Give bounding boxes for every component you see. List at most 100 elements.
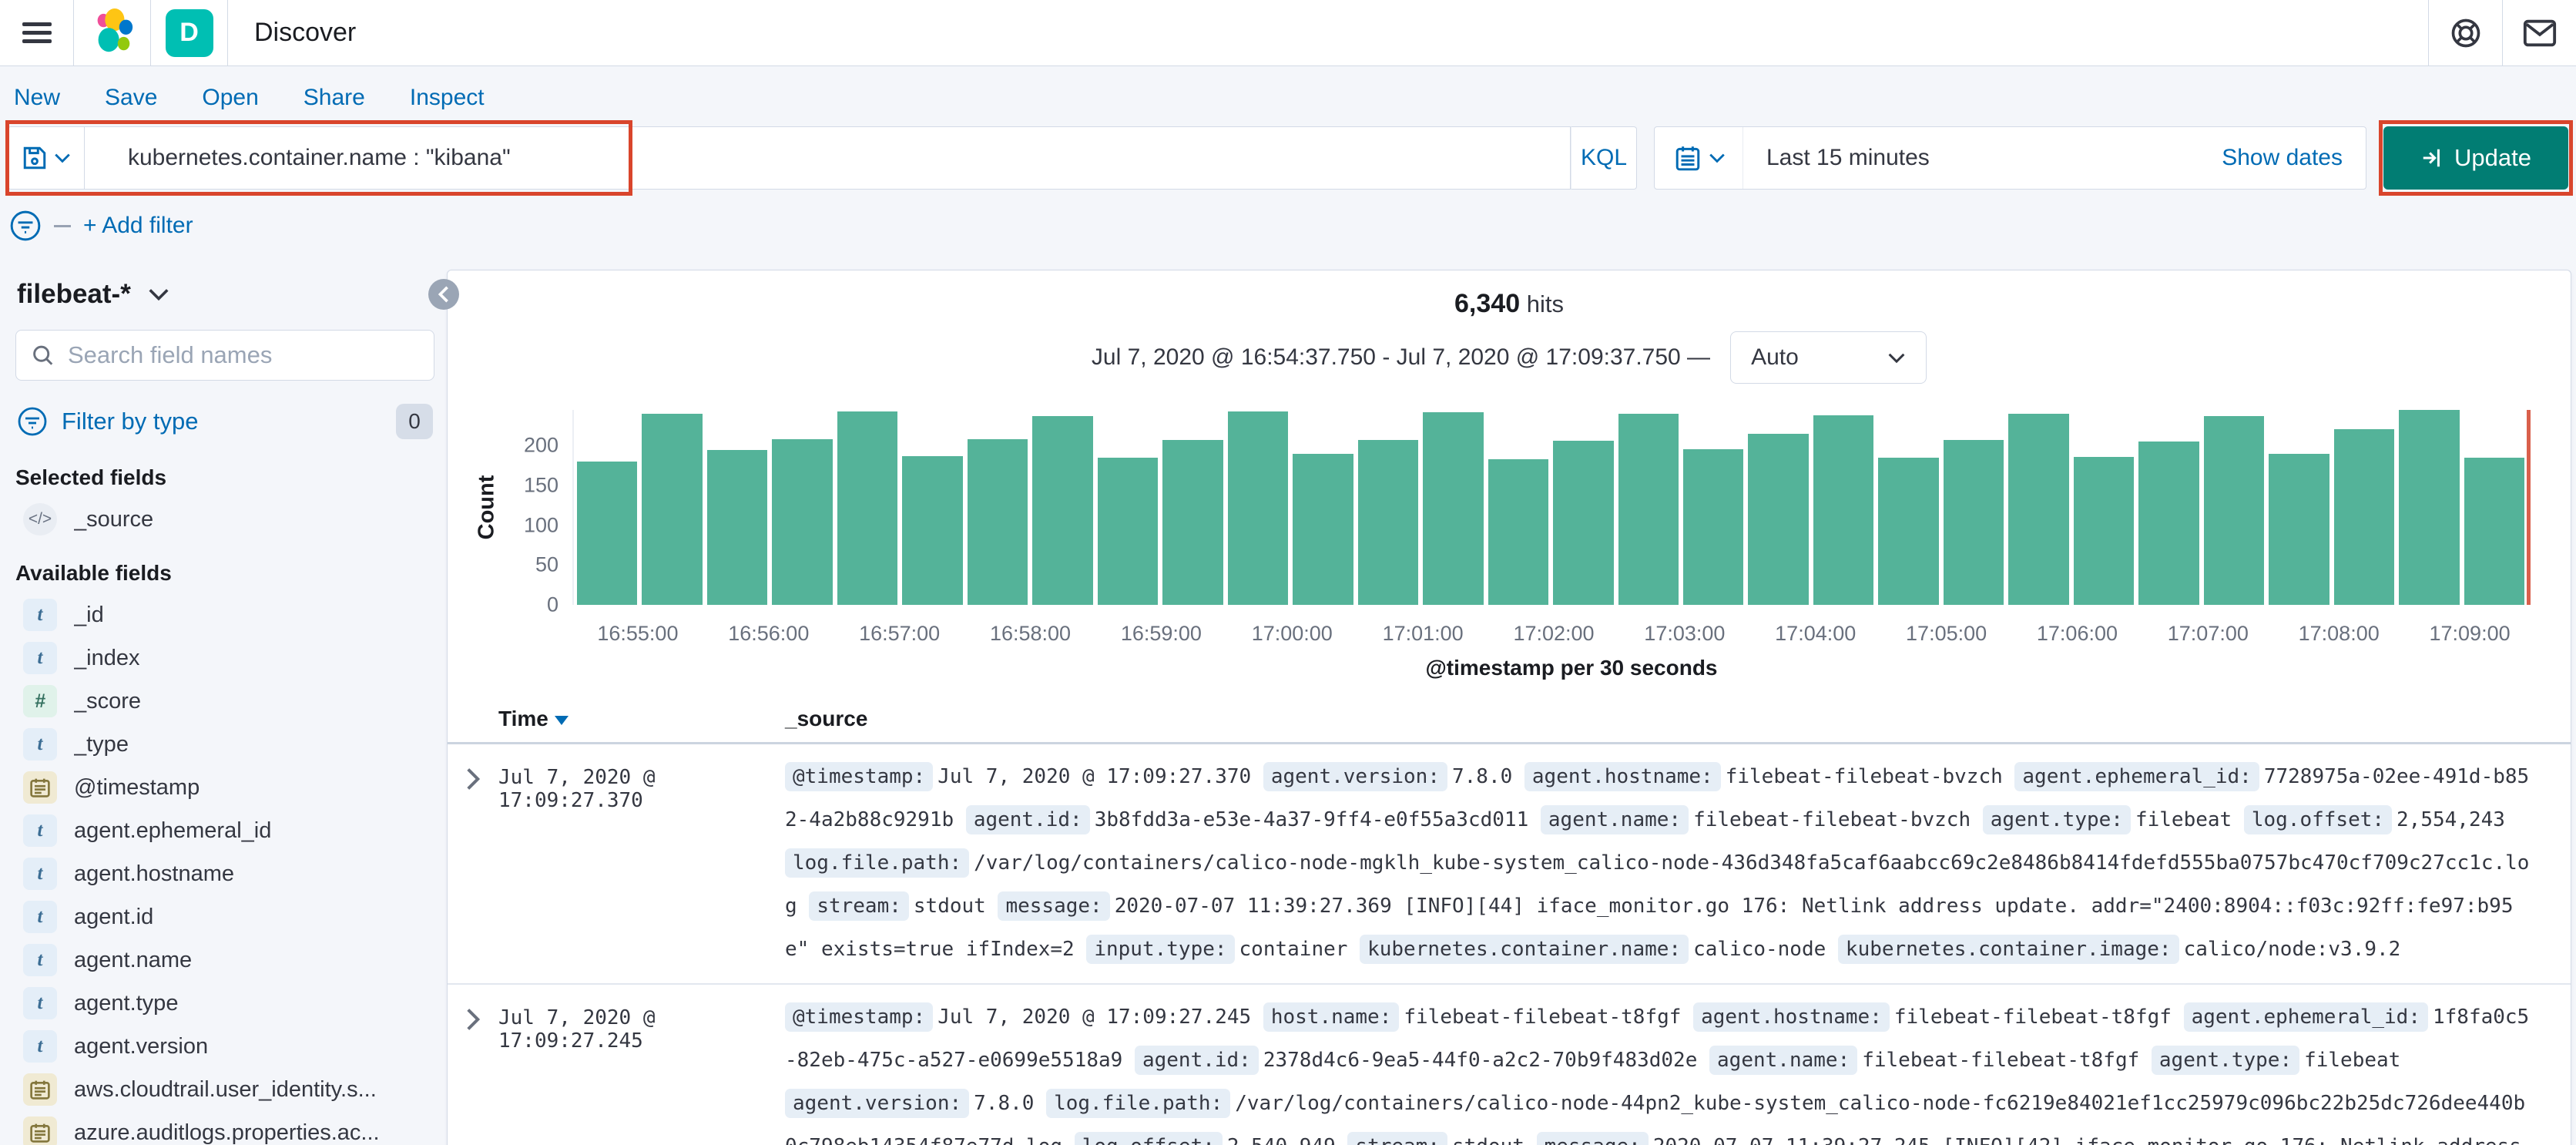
source-field-name[interactable]: agent.ephemeral_id: [2183, 1002, 2428, 1032]
source-field-name[interactable]: agent.ephemeral_id: [2014, 762, 2259, 791]
histogram-bar[interactable] [1682, 449, 1744, 605]
histogram-bar[interactable] [1097, 458, 1159, 605]
histogram-interval-select[interactable]: Auto [1730, 331, 1927, 384]
histogram-bar[interactable] [902, 456, 963, 605]
field-item[interactable]: </> _source [15, 498, 434, 541]
x-tick-label: 17:09:00 [2429, 622, 2511, 645]
source-field-name[interactable]: agent.name: [1540, 805, 1689, 834]
histogram-bar[interactable] [2333, 429, 2395, 605]
chevron-down-icon[interactable] [148, 287, 169, 301]
source-field-name[interactable]: input.type: [1086, 935, 1235, 964]
field-item[interactable]: @timestamp [15, 766, 434, 809]
source-field-name[interactable]: message: [998, 891, 1110, 921]
field-item[interactable]: t agent.version [15, 1025, 434, 1068]
source-field-name[interactable]: log.file.path: [1046, 1089, 1231, 1118]
source-field-name[interactable]: kubernetes.container.name: [1360, 935, 1689, 964]
histogram-bar[interactable] [2073, 457, 2135, 605]
field-item[interactable]: t agent.id [15, 895, 434, 938]
add-filter-button[interactable]: + Add filter [83, 213, 193, 239]
histogram-bar[interactable] [2464, 458, 2525, 605]
field-search-input[interactable] [68, 341, 418, 369]
field-item[interactable]: azure.auditlogs.properties.ac... [15, 1111, 434, 1145]
nav-link-share[interactable]: Share [304, 85, 365, 111]
field-item[interactable]: t _index [15, 636, 434, 680]
histogram-bar[interactable] [1553, 441, 1614, 605]
source-field-name[interactable]: host.name: [1263, 1002, 1400, 1032]
hits-summary: 6,340 hits [448, 270, 2571, 319]
collapse-sidebar-button[interactable] [428, 279, 459, 310]
histogram-bar[interactable] [2008, 414, 2069, 605]
filter-icon[interactable] [9, 210, 42, 242]
query-input[interactable]: kubernetes.container.name : "kibana" [85, 126, 1571, 190]
histogram-bar[interactable] [2269, 454, 2329, 605]
histogram-bar[interactable] [1423, 412, 1484, 605]
source-field-name[interactable]: log.offset: [2243, 805, 2393, 834]
histogram-bar[interactable] [1618, 414, 1679, 605]
histogram-bar[interactable] [2203, 416, 2265, 605]
time-range-value[interactable]: Last 15 minutes [1743, 145, 1930, 171]
histogram-bar[interactable] [577, 462, 638, 605]
histogram-bar[interactable] [1032, 416, 1093, 605]
menu-button[interactable] [0, 0, 74, 65]
nav-link-inspect[interactable]: Inspect [410, 85, 485, 111]
show-dates-button[interactable]: Show dates [2222, 145, 2366, 171]
field-item[interactable]: aws.cloudtrail.user_identity.s... [15, 1068, 434, 1111]
help-button[interactable] [2428, 0, 2502, 65]
time-column-header[interactable]: Time [498, 707, 785, 731]
histogram-bar[interactable] [967, 439, 1028, 605]
field-item[interactable]: t agent.type [15, 982, 434, 1025]
index-pattern-selector[interactable]: filebeat-* [17, 279, 131, 310]
nav-link-save[interactable]: Save [105, 85, 157, 111]
field-item[interactable]: t agent.hostname [15, 852, 434, 895]
expand-row-button[interactable] [448, 755, 498, 971]
histogram-bar[interactable] [1227, 411, 1289, 605]
source-field-name[interactable]: agent.hostname: [1693, 1002, 1890, 1032]
histogram-bar[interactable] [642, 414, 703, 605]
source-field-name[interactable]: agent.type: [1982, 805, 2131, 834]
histogram-bar[interactable] [1943, 440, 2004, 605]
source-field-name[interactable]: agent.id: [965, 805, 1090, 834]
nav-link-new[interactable]: New [14, 85, 60, 111]
date-quick-select-button[interactable] [1655, 127, 1743, 189]
source-field-name[interactable]: agent.version: [1263, 762, 1447, 791]
discover-badge-cell[interactable]: D [151, 0, 228, 65]
source-field-name[interactable]: stream: [809, 891, 909, 921]
histogram-bar[interactable] [837, 411, 898, 605]
source-field-name[interactable]: agent.type: [2151, 1046, 2300, 1075]
histogram-bar[interactable] [1878, 458, 1939, 605]
source-field-name[interactable]: @timestamp: [785, 1002, 934, 1032]
field-item[interactable]: # _score [15, 680, 434, 723]
newsfeed-button[interactable] [2502, 0, 2576, 65]
histogram-bar[interactable] [1748, 434, 1809, 605]
source-field-name[interactable]: log.offset: [1074, 1132, 1223, 1145]
source-field-name[interactable]: message: [1536, 1132, 1649, 1145]
saved-query-menu-button[interactable] [8, 126, 85, 190]
field-item[interactable]: t _id [15, 593, 434, 636]
histogram-bar[interactable] [706, 450, 768, 605]
source-field-name[interactable]: stream: [1347, 1132, 1447, 1145]
histogram-bar[interactable] [1162, 440, 1223, 605]
histogram-bar[interactable] [2399, 410, 2460, 605]
filter-by-type-button[interactable]: Filter by type [62, 408, 382, 435]
query-language-button[interactable]: KQL [1571, 126, 1637, 190]
nav-link-open[interactable]: Open [202, 85, 258, 111]
elastic-logo[interactable] [74, 0, 151, 65]
expand-row-button[interactable] [448, 996, 498, 1145]
field-item[interactable]: t _type [15, 723, 434, 766]
histogram-bar[interactable] [772, 439, 833, 605]
source-field-name[interactable]: agent.hostname: [1524, 762, 1721, 791]
source-field-name[interactable]: kubernetes.container.image: [1837, 935, 2179, 964]
histogram-bar[interactable] [1293, 454, 1353, 605]
field-item[interactable]: t agent.ephemeral_id [15, 809, 434, 852]
histogram-bar[interactable] [2138, 442, 2199, 605]
histogram-bar[interactable] [1813, 415, 1874, 605]
histogram-bar[interactable] [1488, 459, 1549, 605]
update-button[interactable]: Update [2383, 126, 2568, 190]
source-field-name[interactable]: agent.version: [785, 1089, 970, 1118]
source-field-name[interactable]: agent.name: [1709, 1046, 1858, 1075]
source-field-name[interactable]: @timestamp: [785, 762, 934, 791]
source-field-name[interactable]: log.file.path: [785, 848, 970, 878]
histogram-bar[interactable] [1357, 440, 1419, 605]
field-item[interactable]: t agent.name [15, 938, 434, 982]
source-field-name[interactable]: agent.id: [1134, 1046, 1259, 1075]
